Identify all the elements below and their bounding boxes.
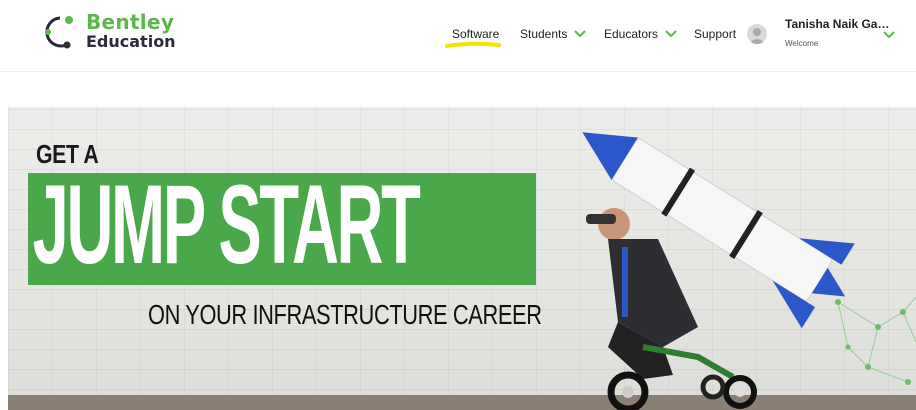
hero-banner[interactable]: GET A JUMP START ON YOUR INFRASTRUCTURE … (8, 107, 916, 410)
nav-support-label: Support (694, 27, 737, 41)
nav-students-label: Students (520, 27, 568, 41)
logo-line-bentley: Bentley (86, 10, 175, 34)
chevron-down-icon (574, 30, 587, 38)
software-highlight-mark (445, 41, 501, 48)
hero-line-career: ON YOUR INFRASTRUCTURE CAREER (148, 299, 542, 330)
nav-educators[interactable]: Educators (604, 27, 678, 41)
top-navigation-bar: Bentley Education Software Students Educ… (0, 0, 916, 72)
chevron-down-icon[interactable] (882, 30, 896, 40)
chevron-down-icon (665, 30, 677, 38)
nav-software-label: Software (452, 27, 500, 41)
user-menu[interactable]: Tanisha Naik Gau... Welcome (785, 17, 891, 48)
rocket-tricycle-businessman-illustration (582, 132, 916, 410)
user-avatar-icon[interactable] (747, 24, 767, 44)
user-name: Tanisha Naik Gau... (785, 17, 891, 31)
user-silhouette-icon (749, 28, 765, 44)
bentley-education-logo[interactable]: Bentley Education (40, 10, 180, 54)
logo-wordmark: Bentley Education (86, 12, 176, 50)
user-welcome: Welcome (785, 39, 819, 48)
bentley-logo-icon (45, 16, 73, 49)
nav-educators-label: Educators (604, 27, 659, 41)
nav-support[interactable]: Support (694, 27, 736, 41)
nav-students[interactable]: Students (520, 27, 587, 41)
nav-software[interactable]: Software (452, 27, 499, 41)
hero-line-jump-start: JUMP START (32, 162, 421, 287)
logo-line-education: Education (86, 32, 176, 51)
